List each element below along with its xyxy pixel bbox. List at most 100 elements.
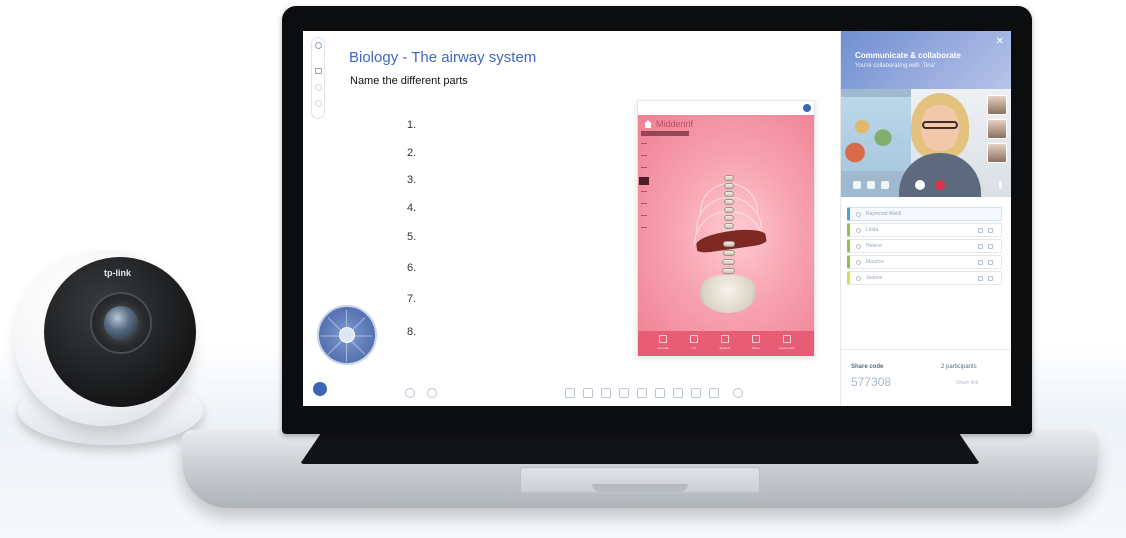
list-item: 2. (407, 147, 417, 159)
mic-icon[interactable] (978, 260, 983, 265)
participant-thumbnail[interactable] (987, 95, 1007, 115)
trash-icon[interactable] (988, 276, 993, 281)
square-icon[interactable] (315, 68, 322, 74)
nav-tick[interactable] (641, 191, 647, 192)
settings-icon[interactable] (315, 42, 322, 49)
crop-icon[interactable] (709, 388, 719, 398)
share-code-value[interactable]: 577308 (851, 375, 891, 389)
share-button[interactable]: Share (743, 335, 769, 353)
mic-icon[interactable] (915, 180, 925, 190)
list-item: 6. (407, 262, 417, 274)
world-map-background (841, 97, 911, 171)
viewer-canvas[interactable]: Middenrif (638, 115, 814, 331)
viewer-side-nav (639, 143, 649, 233)
user-icon (856, 276, 861, 281)
mic-icon[interactable] (978, 276, 983, 281)
collaboration-title: Communicate & collaborate (855, 51, 961, 60)
radial-tool-menu[interactable] (317, 305, 377, 365)
list-item[interactable]: Linda (847, 223, 1002, 237)
download-icon[interactable] (315, 100, 322, 107)
radial-center-button[interactable] (339, 327, 355, 343)
augmented-label: Augmented (779, 346, 795, 350)
participant-search-row[interactable]: Raymond Weidl (847, 207, 1002, 221)
redo-icon[interactable] (427, 388, 437, 398)
chat-icon[interactable] (881, 181, 889, 189)
vertebra (724, 223, 734, 229)
mic-icon[interactable] (978, 244, 983, 249)
cut-icon (690, 335, 698, 343)
list-item: 1. (407, 119, 417, 131)
laptop-keyboard (300, 434, 980, 464)
participant-thumbnail[interactable] (987, 119, 1007, 139)
close-icon[interactable]: ✕ (996, 37, 1004, 47)
list-item[interactable]: Helene (847, 239, 1002, 253)
participant-name: Maurice (866, 259, 884, 265)
cut-button[interactable]: Cut (681, 335, 707, 353)
vertebra (724, 183, 734, 189)
left-toolbar (311, 37, 325, 119)
vertebra (724, 207, 734, 213)
share-footer: Share code 577308 2 participants Share l… (841, 349, 1011, 406)
nav-tick[interactable] (641, 155, 647, 156)
pen-icon[interactable] (583, 388, 593, 398)
caller-glasses (922, 121, 958, 129)
trash-icon[interactable] (988, 244, 993, 249)
annotate-icon (659, 335, 667, 343)
nav-tick[interactable] (641, 167, 647, 168)
explode-button[interactable]: Explode (712, 335, 738, 353)
annotate-button[interactable]: Annotate (650, 335, 676, 353)
close-icon[interactable] (803, 104, 811, 112)
hand-icon[interactable] (867, 181, 875, 189)
collaboration-header: Communicate & collaborate You're collabo… (841, 31, 1011, 89)
vertebra (723, 250, 735, 256)
nav-tick[interactable] (641, 203, 647, 204)
eraser-icon[interactable] (619, 388, 629, 398)
pelvis-model (700, 275, 756, 313)
participant-thumbnail[interactable] (987, 143, 1007, 163)
dot-icon[interactable] (315, 84, 322, 91)
undo-icon[interactable] (405, 388, 415, 398)
vertebra (724, 175, 734, 181)
laptop-screen: Biology - The airway system Name the dif… (303, 31, 1011, 406)
screen-share-icon[interactable] (853, 181, 861, 189)
cut-label: Cut (691, 346, 697, 350)
more-icon[interactable] (999, 181, 1002, 189)
nav-tick[interactable] (641, 227, 647, 228)
participant-count: 2 participants (941, 364, 977, 370)
settings-icon[interactable] (733, 388, 743, 398)
vertebra (724, 191, 734, 197)
bottom-toolbar (303, 388, 839, 400)
list-item[interactable]: Jeanne (847, 271, 1002, 285)
video-call (841, 89, 1011, 197)
share-label: Share (751, 346, 760, 350)
explode-label: Explode (719, 346, 731, 350)
home-icon[interactable] (644, 120, 652, 128)
copy-icon[interactable] (691, 388, 701, 398)
participant-name: Raymond Weidl (866, 211, 902, 217)
share-link[interactable]: Share link (956, 380, 978, 386)
trash-icon[interactable] (988, 260, 993, 265)
text-icon[interactable] (655, 388, 665, 398)
highlighter-icon[interactable] (601, 388, 611, 398)
webcam-brand-logo: tp-link (104, 268, 131, 278)
collaboration-subtitle: You're collaborating with 'Tina' (855, 63, 936, 69)
vertebra (724, 215, 734, 221)
image-icon[interactable] (673, 388, 683, 398)
participant-name: Helene (866, 243, 882, 249)
nav-tick-active[interactable] (639, 177, 649, 185)
slide-subtitle: Name the different parts (350, 75, 468, 87)
shape-icon[interactable] (637, 388, 647, 398)
trash-icon[interactable] (988, 228, 993, 233)
pointer-icon[interactable] (565, 388, 575, 398)
list-item: 3. (407, 174, 417, 186)
nav-tick[interactable] (641, 215, 647, 216)
list-item[interactable]: Maurice (847, 255, 1002, 269)
user-icon (856, 260, 861, 265)
vertebra (723, 241, 735, 247)
viewer-breadcrumb[interactable] (641, 131, 689, 136)
end-call-icon[interactable] (935, 180, 945, 190)
3d-viewer-panel[interactable]: Middenrif Annotate Cut Explode Share Aug… (637, 100, 815, 356)
nav-tick[interactable] (641, 143, 647, 144)
mic-icon[interactable] (978, 228, 983, 233)
augmented-button[interactable]: Augmented (774, 335, 800, 353)
